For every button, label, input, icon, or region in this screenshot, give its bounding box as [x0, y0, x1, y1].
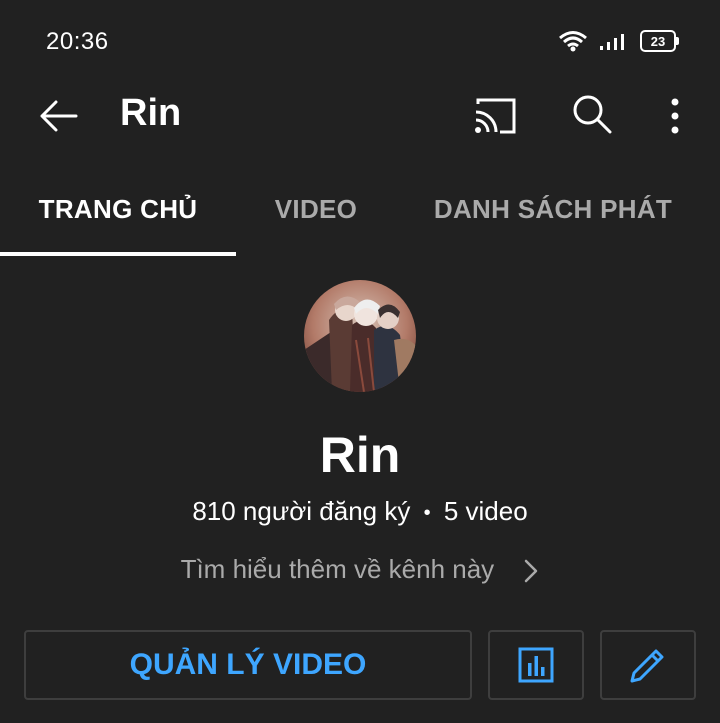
- analytics-button[interactable]: [488, 630, 584, 700]
- channel-name: Rin: [319, 427, 401, 483]
- meta-separator: •: [423, 501, 431, 524]
- signal-icon: [600, 34, 624, 50]
- status-icons: 23: [558, 30, 679, 52]
- channel-avatar[interactable]: [304, 280, 416, 392]
- avatar-image: [304, 280, 416, 392]
- edit-channel-button[interactable]: [600, 630, 696, 700]
- search-button[interactable]: [570, 92, 614, 136]
- page-title: Rin: [120, 92, 182, 134]
- wifi-icon: [559, 31, 587, 52]
- edit-pencil-icon: [630, 649, 664, 683]
- chevron-right-icon: [525, 559, 538, 583]
- tab-bar: TRANG CHỦ VIDEO DANH SÁCH PHÁT: [0, 180, 720, 256]
- active-tab-indicator: [0, 252, 236, 256]
- cast-icon: [475, 98, 516, 134]
- more-vert-icon: [671, 98, 679, 134]
- battery-level: 23: [650, 33, 666, 49]
- search-icon: [573, 95, 612, 134]
- manage-videos-label: QUẢN LÝ VIDEO: [129, 648, 367, 681]
- tab-videos-label: VIDEO: [274, 194, 358, 224]
- tab-videos[interactable]: VIDEO: [236, 180, 396, 256]
- manage-videos-button[interactable]: QUẢN LÝ VIDEO: [24, 630, 472, 700]
- tab-playlists[interactable]: DANH SÁCH PHÁT: [396, 180, 710, 256]
- app-bar: Rin: [0, 80, 720, 152]
- analytics-icon: [518, 647, 554, 683]
- cast-button[interactable]: [472, 94, 520, 138]
- battery-icon: 23: [640, 30, 679, 52]
- video-count: 5 video: [443, 496, 528, 526]
- status-bar: 20:36 23: [0, 0, 720, 88]
- subscriber-count: 810 người đăng ký: [192, 496, 411, 526]
- status-time: 20:36: [46, 28, 109, 55]
- channel-meta: 810 người đăng ký • 5 video: [0, 496, 720, 527]
- tab-playlists-label: DANH SÁCH PHÁT: [433, 194, 673, 224]
- more-options-button[interactable]: [660, 92, 690, 140]
- tab-home[interactable]: TRANG CHỦ: [0, 180, 236, 256]
- back-button[interactable]: [36, 94, 80, 138]
- learn-more-link[interactable]: Tìm hiểu thêm về kênh này: [0, 554, 720, 585]
- learn-more-label: Tìm hiểu thêm về kênh này: [180, 554, 495, 584]
- back-arrow-icon: [40, 100, 78, 132]
- tab-home-label: TRANG CHỦ: [38, 194, 198, 224]
